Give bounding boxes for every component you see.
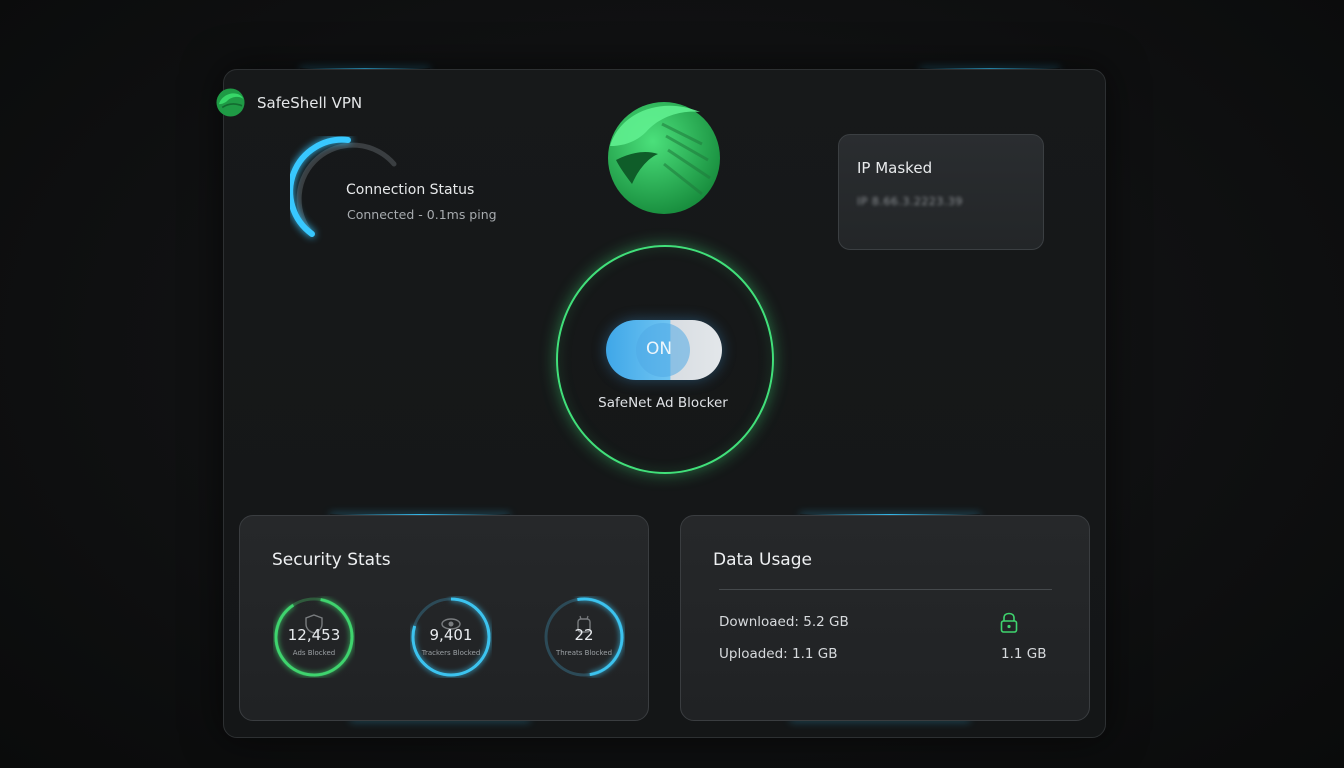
- toggle-state: ON: [646, 339, 673, 359]
- ip-value: IP 8.66.3.2223.39: [857, 195, 963, 208]
- stat-trackers-blocked[interactable]: 9,401 Trackers Blocked: [410, 596, 492, 678]
- ad-blocker-label: SafeNet Ad Blocker: [598, 395, 728, 411]
- brand-logo-icon: [608, 102, 720, 214]
- app-logo-icon: [216, 88, 245, 117]
- security-stats-title: Security Stats: [272, 550, 391, 570]
- stat-ads-blocked[interactable]: 12,453 Ads Blocked: [273, 596, 355, 678]
- app-name: SafeShell VPN: [257, 93, 363, 112]
- uploaded-value: 1.1 GB: [1001, 646, 1047, 662]
- uploaded-text: Uploaded: 1.1 GB: [719, 646, 838, 662]
- connection-subtitle: Connected - 0.1ms ping: [347, 207, 497, 222]
- ad-blocker-toggle[interactable]: ON: [606, 320, 722, 380]
- downloaded-text: Downloaed: 5.2 GB: [719, 614, 849, 630]
- ads-blocked-value: 12,453: [287, 626, 341, 644]
- threats-blocked-value: 22: [574, 626, 594, 644]
- lock-icon: [1000, 612, 1018, 633]
- data-usage-divider: [719, 589, 1052, 590]
- brand: SafeShell VPN: [214, 86, 362, 119]
- stat-threats-blocked[interactable]: 22 Threats Blocked: [543, 596, 625, 678]
- connection-title: Connection Status: [346, 182, 475, 198]
- ads-blocked-label: Ads Blocked: [292, 649, 336, 657]
- ip-masked-card[interactable]: IP Masked IP 8.66.3.2223.39: [838, 134, 1044, 250]
- security-stats-card: Security Stats 12,453 Ads Blocked 9,401 …: [239, 515, 649, 721]
- data-usage-card: Data Usage Downloaed: 5.2 GB Uploaded: 1…: [680, 515, 1090, 721]
- trackers-blocked-value: 9,401: [429, 626, 473, 644]
- ip-title: IP Masked: [857, 159, 933, 177]
- connection-status: Connection Status Connected - 0.1ms ping: [290, 136, 520, 246]
- trackers-blocked-label: Trackers Blocked: [421, 649, 481, 657]
- threats-blocked-label: Threats Blocked: [555, 649, 613, 657]
- data-usage-title: Data Usage: [713, 550, 812, 570]
